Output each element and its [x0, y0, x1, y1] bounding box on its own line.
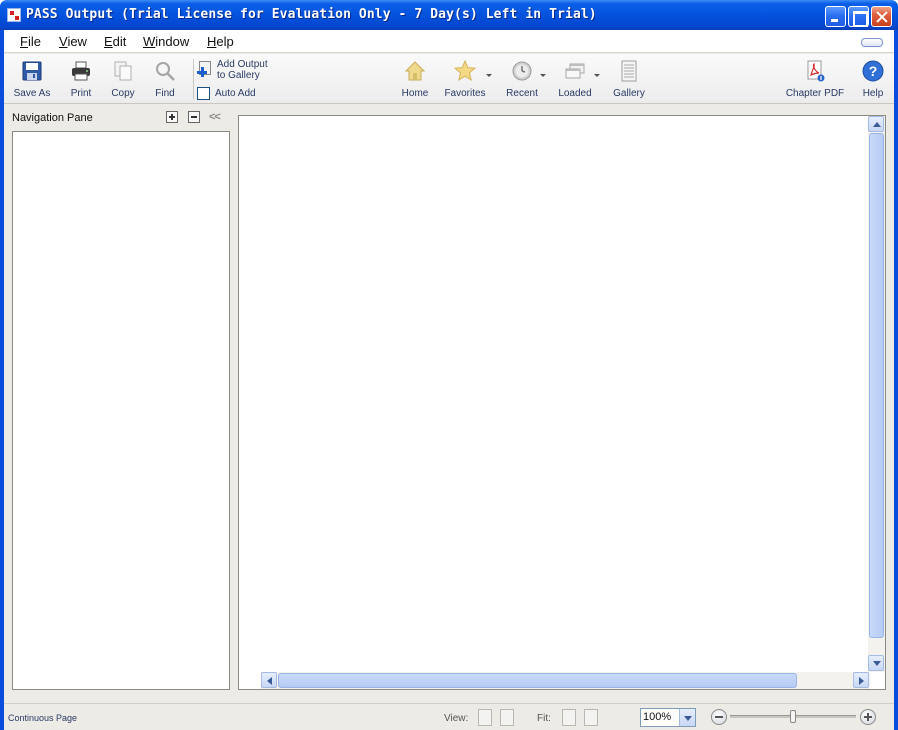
- loaded-label: Loaded: [558, 88, 592, 99]
- title-bar[interactable]: PASS Output (Trial License for Evaluatio…: [0, 0, 898, 30]
- copy-label: Copy: [111, 88, 135, 99]
- favorites-label: Favorites: [444, 88, 486, 99]
- close-button[interactable]: [871, 6, 892, 27]
- gallery-label: Gallery: [613, 88, 645, 99]
- print-button[interactable]: Print: [62, 54, 100, 104]
- recent-button[interactable]: Recent: [502, 54, 546, 104]
- app-window: PASS Output (Trial License for Evaluatio…: [0, 0, 898, 730]
- gallery-icon: [621, 60, 637, 82]
- hide-pane-button[interactable]: <<: [209, 111, 221, 123]
- favorites-dropdown-icon[interactable]: [486, 74, 492, 77]
- maximize-button[interactable]: [848, 6, 869, 27]
- help-button[interactable]: ? Help: [856, 54, 890, 104]
- star-icon: [454, 60, 476, 82]
- menu-help[interactable]: Help: [207, 34, 234, 49]
- page-mode-status: Continuous Page: [8, 713, 78, 723]
- loaded-dropdown-icon[interactable]: [594, 74, 600, 77]
- window-title: PASS Output (Trial License for Evaluatio…: [26, 7, 597, 22]
- chapter-pdf-button[interactable]: Chapter PDF: [784, 54, 846, 104]
- menu-file[interactable]: File: [20, 34, 41, 49]
- chapter-pdf-label: Chapter PDF: [785, 88, 845, 99]
- zoom-in-icon[interactable]: [860, 709, 876, 725]
- client-area: File View Edit Window Help Save As Print…: [4, 30, 894, 730]
- scroll-right-button[interactable]: [853, 672, 869, 688]
- zoom-out-icon[interactable]: [711, 709, 727, 725]
- menu-edit[interactable]: Edit: [104, 34, 126, 49]
- vertical-scroll-thumb[interactable]: [869, 133, 884, 638]
- checkbox-box[interactable]: [197, 87, 210, 100]
- toolbar: Save As Print Copy Find Add Output to Gal…: [4, 54, 894, 104]
- view-label: View:: [444, 713, 469, 724]
- loaded-button[interactable]: Loaded: [554, 54, 600, 104]
- minimize-button[interactable]: [825, 6, 846, 27]
- svg-text:?: ?: [869, 63, 878, 79]
- status-bar: Continuous Page View: Fit: 100%: [4, 703, 894, 730]
- zoom-value: 100%: [643, 711, 672, 723]
- scroll-left-button[interactable]: [261, 672, 277, 688]
- fit-page-icon[interactable]: [562, 709, 576, 726]
- home-button[interactable]: Home: [396, 54, 434, 104]
- continuous-view-icon[interactable]: [478, 709, 492, 726]
- save-as-button[interactable]: Save As: [10, 54, 54, 104]
- print-label: Print: [70, 88, 92, 99]
- favorites-button[interactable]: Favorites: [441, 54, 492, 104]
- help-icon: ?: [862, 60, 884, 82]
- zoom-select[interactable]: 100%: [640, 708, 696, 727]
- menu-view[interactable]: View: [59, 34, 87, 49]
- zoom-dropdown-icon[interactable]: [679, 709, 695, 726]
- magnifier-icon: [156, 62, 175, 81]
- navigation-tree[interactable]: [12, 131, 230, 690]
- scroll-up-button[interactable]: [868, 116, 884, 132]
- menu-window[interactable]: Window: [143, 34, 189, 49]
- toolbar-separator: [193, 59, 194, 99]
- fit-label: Fit:: [537, 713, 551, 724]
- vertical-scrollbar[interactable]: [868, 116, 885, 672]
- find-button[interactable]: Find: [146, 54, 184, 104]
- help-label: Help: [862, 88, 884, 99]
- recent-label: Recent: [506, 88, 538, 99]
- add-output-label: Add Output to Gallery: [217, 59, 268, 81]
- loaded-windows-icon: [565, 63, 585, 79]
- navigation-pane-title: Navigation Pane: [12, 112, 93, 124]
- app-icon[interactable]: [7, 8, 21, 22]
- save-as-label: Save As: [13, 88, 51, 99]
- expand-all-icon[interactable]: [166, 111, 178, 123]
- auto-add-label: Auto Add: [215, 88, 256, 99]
- add-output-to-gallery-button[interactable]: Add Output to Gallery: [197, 58, 277, 82]
- horizontal-scrollbar[interactable]: [261, 672, 870, 689]
- printer-icon: [72, 61, 90, 81]
- scroll-down-button[interactable]: [868, 655, 884, 671]
- find-label: Find: [155, 88, 175, 99]
- home-icon: [404, 61, 426, 81]
- horizontal-scroll-thumb[interactable]: [278, 673, 797, 688]
- fit-width-icon[interactable]: [584, 709, 598, 726]
- plus-icon: [197, 67, 207, 77]
- pdf-icon: [807, 60, 825, 82]
- restore-toolbar-icon[interactable]: [861, 38, 883, 47]
- output-document-area[interactable]: [238, 115, 886, 690]
- zoom-slider-thumb[interactable]: [790, 710, 796, 723]
- copy-button[interactable]: Copy: [104, 54, 142, 104]
- recent-dropdown-icon[interactable]: [540, 74, 546, 77]
- menu-bar: File View Edit Window Help: [4, 30, 894, 53]
- navigation-pane: Navigation Pane <<: [4, 105, 232, 703]
- collapse-all-icon[interactable]: [188, 111, 200, 123]
- gallery-button[interactable]: Gallery: [610, 54, 648, 104]
- copy-icon: [114, 61, 132, 81]
- single-page-view-icon[interactable]: [500, 709, 514, 726]
- clock-icon: [512, 61, 532, 81]
- home-label: Home: [401, 88, 429, 99]
- floppy-disk-icon: [22, 61, 42, 81]
